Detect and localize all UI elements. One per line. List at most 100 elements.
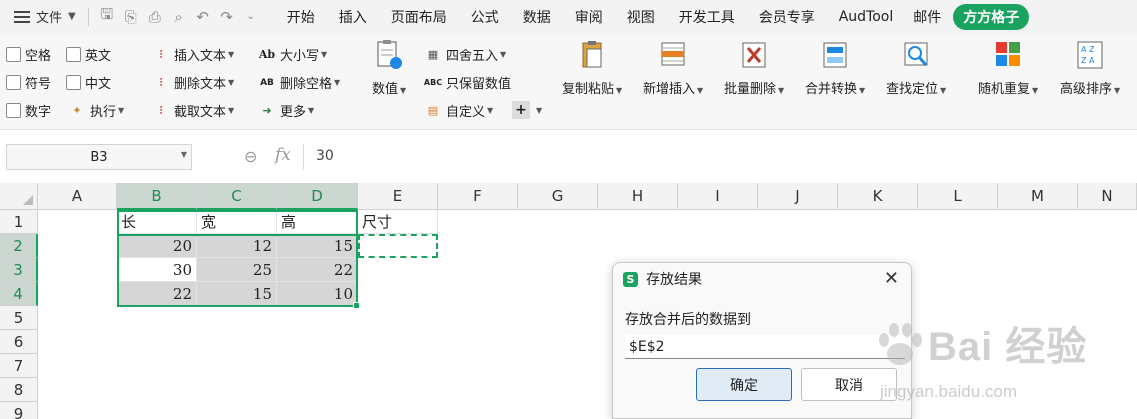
column-header-g[interactable]: G [518, 183, 598, 210]
checkbox-box[interactable] [6, 103, 21, 118]
close-icon[interactable]: ✕ [884, 268, 899, 289]
add-insert-button[interactable]: 新增插入 ▼ [643, 39, 703, 97]
select-all-corner[interactable] [0, 183, 38, 210]
round-button[interactable]: ▦ 四舍五入 ▼ [424, 45, 506, 64]
checkbox-number[interactable]: 数字 [6, 101, 51, 120]
zoom-icon[interactable]: ⊖ [244, 147, 257, 166]
checkbox-box[interactable] [66, 75, 81, 90]
advanced-sort-button[interactable]: A Z Z A 高级排序 ▼ [1060, 39, 1120, 97]
extract-text-button[interactable]: ⫶ 截取文本 ▼ [152, 101, 235, 121]
print-icon[interactable]: ⎙ [143, 0, 167, 33]
case-button[interactable]: Ab 大小写 ▼ [258, 45, 327, 64]
column-header-a[interactable]: A [38, 183, 117, 210]
random-repeat-button[interactable]: 随机重复 ▼ [978, 39, 1038, 97]
column-header-n[interactable]: N [1078, 183, 1137, 210]
cell-c2[interactable]: 12 [197, 234, 277, 258]
merge-convert-button[interactable]: 合并转换 ▼ [805, 39, 865, 97]
checkbox-box[interactable] [6, 47, 21, 62]
undo-icon[interactable]: ↶ [191, 0, 215, 33]
checkbox-symbol[interactable]: 符号 [6, 73, 51, 92]
file-menu-button[interactable]: 文件 ▼ [0, 0, 82, 33]
tab-insert[interactable]: 插入 [327, 0, 379, 33]
formula-input[interactable]: 30 [316, 148, 334, 164]
target-range-input[interactable] [625, 335, 905, 359]
column-header-b[interactable]: B [117, 183, 197, 210]
column-header-i[interactable]: I [678, 183, 758, 210]
cell-b1[interactable]: 长 [117, 210, 197, 234]
cell-b3[interactable]: 30 [117, 258, 197, 282]
tab-formulas[interactable]: 公式 [459, 0, 511, 33]
copy-paste-button[interactable]: 复制粘贴 ▼ [562, 39, 622, 97]
fx-icon[interactable]: fx [275, 145, 291, 165]
column-header-l[interactable]: L [918, 183, 998, 210]
column-header-c[interactable]: C [197, 183, 277, 210]
cell-d4[interactable]: 10 [277, 282, 358, 306]
more-button[interactable]: ➜ 更多 ▼ [258, 101, 314, 120]
number-button[interactable]: 数值 ▼ [372, 39, 406, 97]
row-header-7[interactable]: 7 [0, 354, 38, 378]
print-preview-icon[interactable]: ⌕ [167, 0, 191, 33]
cell-c4[interactable]: 15 [197, 282, 277, 306]
custom-button[interactable]: ▤ 自定义 ▼ [424, 101, 493, 120]
hamburger-icon [14, 10, 30, 23]
plus-icon: + [512, 101, 530, 119]
cell-b2[interactable]: 20 [117, 234, 197, 258]
cell-d1[interactable]: 高 [277, 210, 358, 234]
find-locate-button[interactable]: 查找定位 ▼ [886, 39, 946, 97]
tab-fangfang-gezi[interactable]: 方方格子 [953, 3, 1030, 30]
tab-data[interactable]: 数据 [511, 0, 563, 33]
row-header-2[interactable]: 2 [0, 234, 38, 258]
column-header-f[interactable]: F [438, 183, 518, 210]
checkbox-chinese[interactable]: 中文 [66, 73, 111, 92]
column-header-j[interactable]: J [758, 183, 838, 210]
chevron-down-icon: ▼ [334, 78, 341, 87]
row-header-3[interactable]: 3 [0, 258, 38, 282]
row-header-4[interactable]: 4 [0, 282, 38, 306]
batch-delete-label: 批量删除 [724, 82, 777, 97]
tab-page-layout[interactable]: 页面布局 [379, 0, 459, 33]
cancel-button[interactable]: 取消 [801, 368, 897, 401]
cell-c1[interactable]: 宽 [197, 210, 277, 234]
row-header-8[interactable]: 8 [0, 378, 38, 402]
column-header-k[interactable]: K [838, 183, 918, 210]
name-box[interactable]: B3 ▼ [6, 144, 192, 170]
keep-numbers-button[interactable]: ABC 只保留数值 [424, 73, 511, 92]
row-header-1[interactable]: 1 [0, 210, 38, 234]
save-icon[interactable]: 🖫 [95, 0, 119, 33]
redo-icon[interactable]: ↷ [215, 0, 239, 33]
customize-chevron-icon[interactable]: ⌄ [239, 0, 263, 33]
cell-d3[interactable]: 22 [277, 258, 358, 282]
row-header-5[interactable]: 5 [0, 306, 38, 330]
export-icon[interactable]: ⎘ [119, 0, 143, 33]
tab-review[interactable]: 审阅 [563, 0, 615, 33]
ok-button[interactable]: 确定 [696, 368, 792, 401]
column-header-e[interactable]: E [358, 183, 438, 210]
delete-text-button[interactable]: ⫶ 删除文本 ▼ [152, 73, 235, 93]
chevron-down-icon[interactable]: ▼ [181, 150, 187, 159]
cell-d2[interactable]: 15 [277, 234, 358, 258]
column-header-h[interactable]: H [598, 183, 678, 210]
row-header-6[interactable]: 6 [0, 330, 38, 354]
tab-member[interactable]: 会员专享 [747, 0, 827, 33]
cell-e1[interactable]: 尺寸 [358, 210, 438, 234]
cell-c3[interactable]: 25 [197, 258, 277, 282]
tab-developer[interactable]: 开发工具 [667, 0, 747, 33]
dialog-header[interactable]: S 存放结果 ✕ [613, 263, 911, 295]
insert-text-button[interactable]: ⫶ 插入文本 ▼ [152, 45, 235, 65]
column-header-d[interactable]: D [277, 183, 358, 210]
checkbox-box[interactable] [6, 75, 21, 90]
cell-b4[interactable]: 22 [117, 282, 197, 306]
tab-audtool[interactable]: AudTool [827, 0, 906, 33]
tab-home[interactable]: 开始 [275, 0, 327, 33]
checkbox-box[interactable] [66, 47, 81, 62]
remove-space-button[interactable]: AB 删除空格 ▼ [258, 73, 340, 92]
checkbox-space[interactable]: 空格 [6, 45, 51, 64]
row-header-9[interactable]: 9 [0, 402, 38, 419]
batch-delete-button[interactable]: 批量删除 ▼ [724, 39, 784, 97]
column-header-m[interactable]: M [998, 183, 1078, 210]
checkbox-english[interactable]: 英文 [66, 45, 111, 64]
tab-view[interactable]: 视图 [615, 0, 667, 33]
tab-mail[interactable]: 邮件 [905, 0, 949, 33]
execute-button[interactable]: ✦ 执行 ▼ [68, 101, 124, 120]
add-button[interactable]: + ▼ [512, 101, 542, 119]
